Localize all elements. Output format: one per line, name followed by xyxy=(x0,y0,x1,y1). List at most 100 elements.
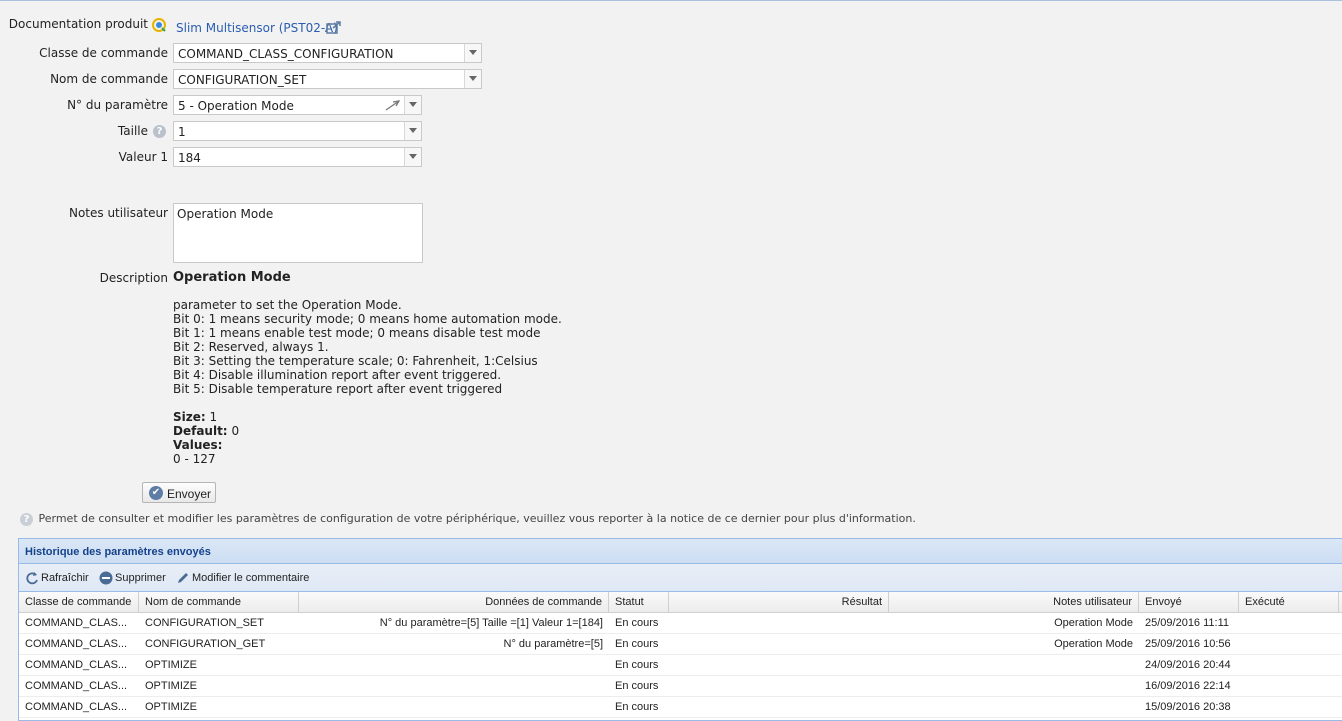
help-icon: ? xyxy=(20,512,33,526)
cell-status: En cours xyxy=(615,638,659,650)
cell-command-data xyxy=(299,697,609,717)
edit-comment-label: Modifier le commentaire xyxy=(192,571,310,584)
cell-sent: 25/09/2016 10:56 xyxy=(1145,638,1231,650)
size-key: Size: xyxy=(173,410,206,424)
table-row[interactable]: COMMAND_CLAS... OPTIMIZE En cours 15/09/… xyxy=(19,697,1342,718)
column-header[interactable]: Statut xyxy=(609,592,669,612)
command-name-select[interactable]: CONFIGURATION_SET xyxy=(173,69,482,89)
cell-sent: 16/09/2016 22:14 xyxy=(1145,680,1231,692)
cell-executed xyxy=(1239,634,1339,654)
column-header[interactable]: Exécuté xyxy=(1239,592,1339,612)
cell-status: En cours xyxy=(615,701,659,713)
column-header[interactable]: Données de commande xyxy=(299,592,609,612)
check-icon: ✔ xyxy=(149,486,163,500)
cell-command-class: COMMAND_CLAS... xyxy=(25,617,128,629)
description-line: Bit 4: Disable illumination report after… xyxy=(173,368,502,382)
history-title: Historique des paramètres envoyés xyxy=(19,539,1342,564)
clear-trigger-icon[interactable] xyxy=(385,99,401,111)
cell-executed xyxy=(1239,676,1339,696)
cell-sent: 24/09/2016 20:44 xyxy=(1145,659,1231,671)
cell-result xyxy=(669,697,889,717)
description-body: parameter to set the Operation Mode. Bit… xyxy=(173,298,562,466)
cell-command-class: COMMAND_CLAS... xyxy=(25,638,128,650)
column-header[interactable]: Résultat xyxy=(669,592,889,612)
table-row[interactable]: COMMAND_CLAS... OPTIMIZE En cours 16/09/… xyxy=(19,676,1342,697)
column-header[interactable]: Notes utilisateur xyxy=(889,592,1139,612)
cell-command-class: COMMAND_CLAS... xyxy=(25,701,128,713)
notes-label: Notes utilisateur xyxy=(68,206,168,220)
send-button[interactable]: ✔ Envoyer xyxy=(142,482,216,503)
cell-command-data: N° du paramètre=[5] xyxy=(503,638,603,650)
cell-command-data: N° du paramètre=[5] Taille =[1] Valeur 1… xyxy=(379,617,603,629)
table-row[interactable]: COMMAND_CLAS... CONFIGURATION_GET N° du … xyxy=(19,634,1342,655)
value1-select[interactable]: 184 xyxy=(173,147,422,167)
cell-command-data xyxy=(299,655,609,675)
cell-command-class: COMMAND_CLAS... xyxy=(25,659,128,671)
cell-user-notes: Operation Mode xyxy=(1054,617,1133,629)
send-button-label: Envoyer xyxy=(167,487,212,501)
chevron-down-icon[interactable] xyxy=(464,70,481,88)
size-label: Taille xyxy=(117,124,148,138)
pencil-icon xyxy=(176,571,190,585)
table-row[interactable]: COMMAND_CLAS... OPTIMIZE En cours 24/09/… xyxy=(19,655,1342,676)
command-class-label: Classe de commande xyxy=(39,46,168,60)
cell-user-notes xyxy=(889,697,1139,717)
external-link-icon[interactable] xyxy=(326,20,342,34)
cell-command-name: CONFIGURATION_GET xyxy=(145,638,266,650)
description-label: Description xyxy=(99,271,168,285)
cell-executed xyxy=(1239,655,1339,675)
cell-status: En cours xyxy=(615,617,659,629)
info-message: ? Permet de consulter et modifier les pa… xyxy=(20,512,916,526)
minus-circle-icon xyxy=(99,571,113,585)
size-val: 1 xyxy=(209,410,218,424)
param-number-label: N° du paramètre xyxy=(67,98,168,112)
description-line: Bit 0: 1 means security mode; 0 means ho… xyxy=(173,312,562,326)
size-select[interactable]: 1 xyxy=(173,121,422,141)
description-title: Operation Mode xyxy=(173,270,291,285)
help-icon[interactable]: ? xyxy=(153,125,166,138)
cell-command-name: OPTIMIZE xyxy=(145,659,197,671)
product-doc-link[interactable]: Slim Multisensor (PST02-A) xyxy=(176,21,338,35)
notes-value: Operation Mode xyxy=(177,207,274,221)
grid-header: Classe de commande Nom de commande Donné… xyxy=(19,592,1342,613)
description-line: Bit 2: Reserved, always 1. xyxy=(173,340,329,354)
cell-command-name: OPTIMIZE xyxy=(145,701,197,713)
notes-textarea[interactable]: Operation Mode xyxy=(173,203,423,263)
cell-user-notes xyxy=(889,676,1139,696)
cell-sent: 25/09/2016 11:11 xyxy=(1145,617,1230,629)
param-number-value: 5 - Operation Mode xyxy=(178,99,294,113)
command-class-select[interactable]: COMMAND_CLASS_CONFIGURATION xyxy=(173,43,482,63)
chevron-down-icon[interactable] xyxy=(404,148,421,166)
cell-command-data xyxy=(299,676,609,696)
cell-command-name: OPTIMIZE xyxy=(145,680,197,692)
values-key: Values: xyxy=(173,438,223,452)
doc-label: Documentation produit xyxy=(8,17,148,31)
chevron-down-icon[interactable] xyxy=(404,96,421,114)
size-info: Size: 1 xyxy=(173,410,562,424)
default-info: Default: 0 xyxy=(173,424,562,438)
column-header[interactable]: Classe de commande xyxy=(19,592,139,612)
top-border xyxy=(0,0,1342,1)
column-header[interactable]: Nom de commande xyxy=(139,592,299,612)
refresh-icon xyxy=(25,571,39,585)
delete-button[interactable]: Supprimer xyxy=(99,571,166,585)
product-logo-icon xyxy=(152,18,166,32)
cell-result xyxy=(669,634,889,654)
description-line: Bit 3: Setting the temperature scale; 0:… xyxy=(173,354,538,368)
refresh-button[interactable]: Rafraîchir xyxy=(25,571,89,585)
param-number-select[interactable]: 5 - Operation Mode xyxy=(173,95,422,115)
table-row[interactable]: COMMAND_CLAS... CONFIGURATION_SET N° du … xyxy=(19,613,1342,634)
cell-sent: 15/09/2016 20:38 xyxy=(1145,701,1231,713)
cell-status: En cours xyxy=(615,659,659,671)
cell-command-name: CONFIGURATION_SET xyxy=(145,617,264,629)
chevron-down-icon[interactable] xyxy=(464,44,481,62)
column-header[interactable]: Envoyé xyxy=(1139,592,1239,612)
cell-user-notes: Operation Mode xyxy=(1054,638,1133,650)
edit-comment-button[interactable]: Modifier le commentaire xyxy=(176,571,309,585)
default-val: 0 xyxy=(231,424,240,438)
default-key: Default: xyxy=(173,424,228,438)
chevron-down-icon[interactable] xyxy=(404,122,421,140)
delete-label: Supprimer xyxy=(115,571,166,584)
cell-status: En cours xyxy=(615,680,659,692)
command-name-value: CONFIGURATION_SET xyxy=(178,73,307,87)
